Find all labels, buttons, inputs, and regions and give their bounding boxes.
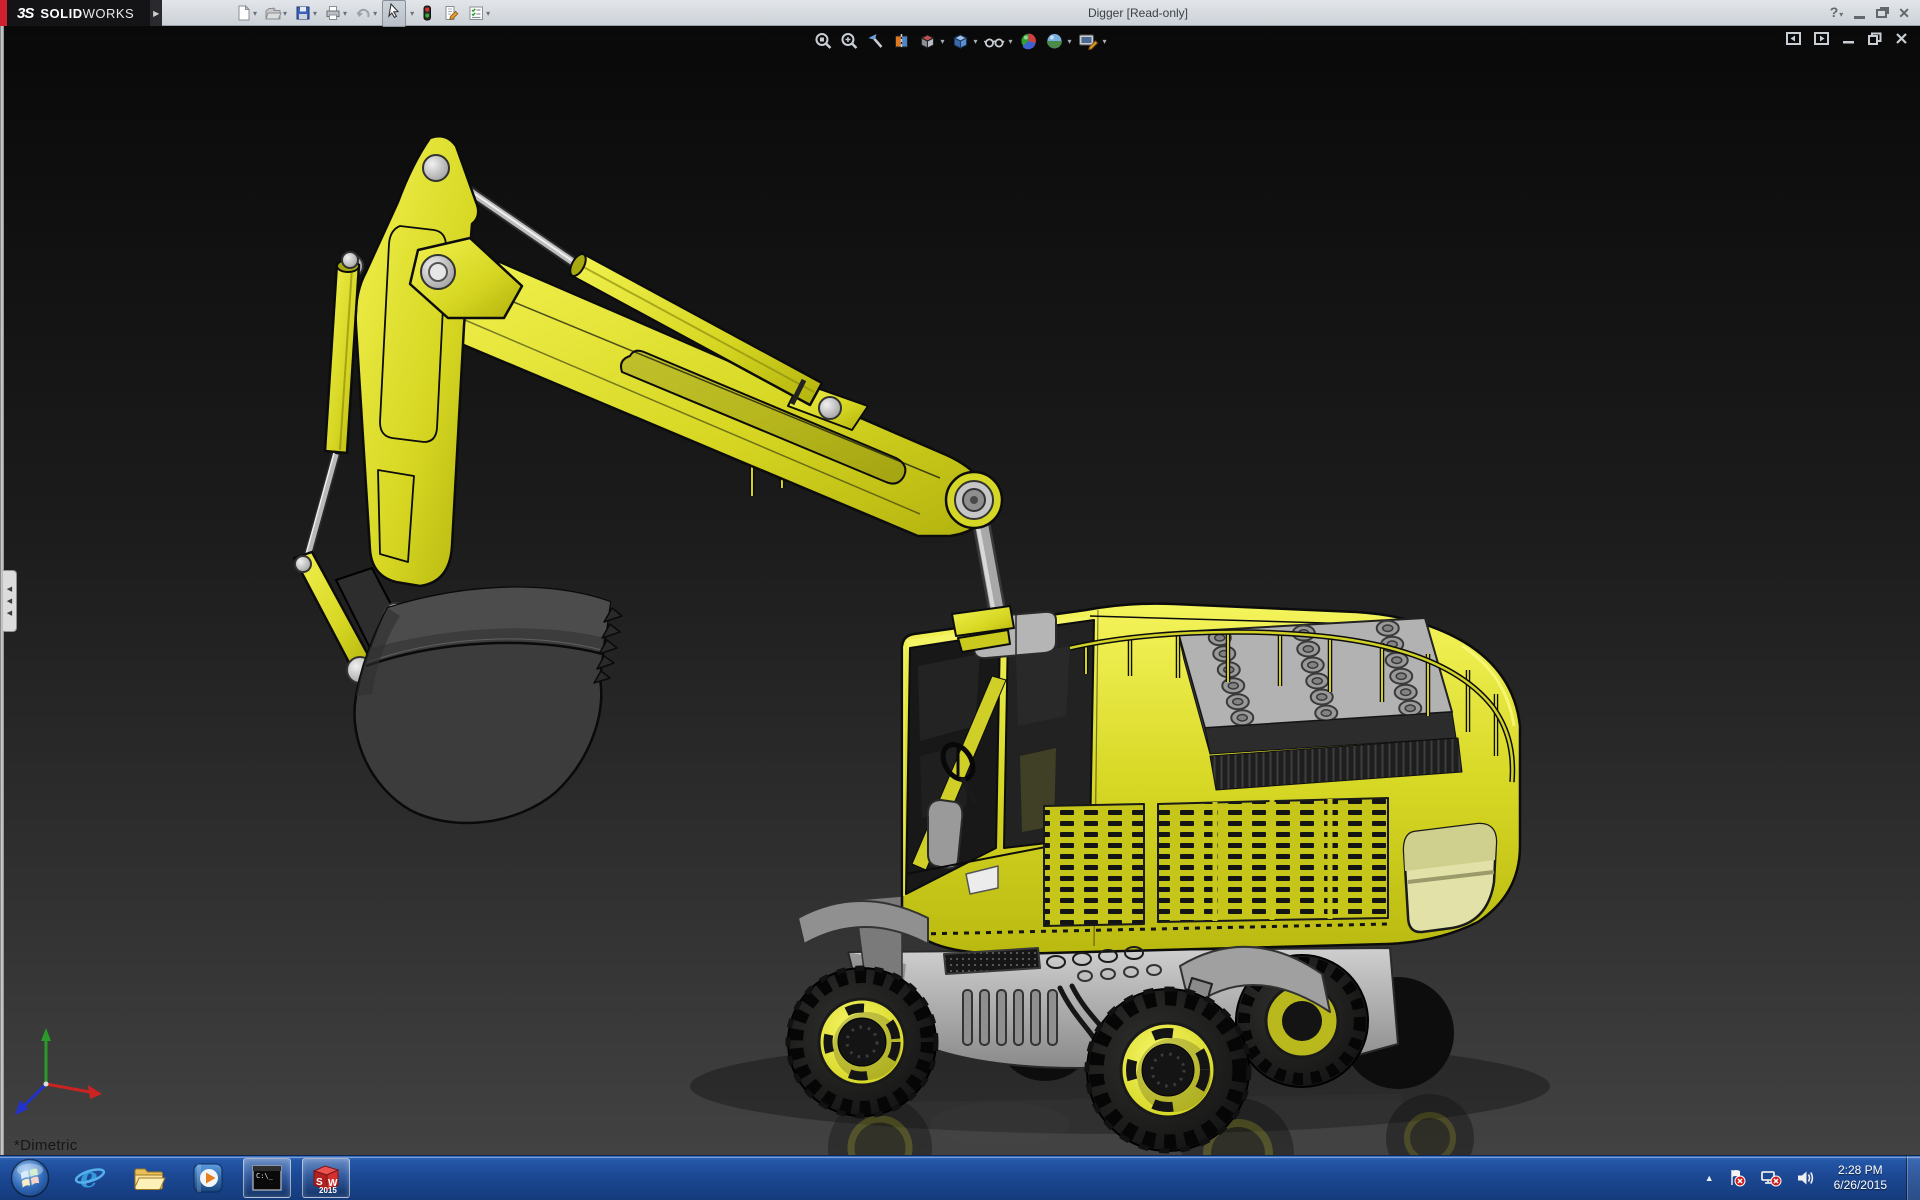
chevron-left-icon: ◀ (7, 586, 12, 593)
brand-name: SOLIDWORKS (40, 6, 134, 21)
chevron-left-icon: ◀ (7, 598, 12, 605)
solidworks-2015-icon: S W 2015 (310, 1162, 342, 1194)
print-icon (324, 4, 342, 22)
zoom-to-fit-button[interactable] (813, 31, 833, 51)
view-settings-button[interactable]: ▾ (1078, 31, 1107, 51)
eyeglasses-icon (983, 31, 1005, 51)
taskbar-items: e C:\_ (66, 1158, 350, 1198)
restore-document-icon[interactable] (1868, 32, 1882, 45)
new-document-icon (234, 4, 252, 22)
svg-text:C:\_: C:\_ (256, 1172, 274, 1180)
options-button[interactable]: ▾ (465, 3, 492, 23)
rebuild-traffic-light-icon (419, 4, 435, 22)
apply-scene-button[interactable]: ▾ (1045, 31, 1072, 51)
svg-text:2015: 2015 (319, 1186, 337, 1194)
previous-view-button[interactable] (865, 31, 885, 51)
apply-scene-icon (1045, 31, 1065, 51)
solidworks-logo: 3S SOLIDWORKS ▶ (0, 0, 162, 26)
view-settings-icon (1078, 31, 1100, 51)
clock-time: 2:28 PM (1834, 1163, 1887, 1178)
undo-icon (354, 4, 372, 22)
ds-logo-icon: 3S (17, 5, 33, 22)
svg-text:e: e (80, 1162, 98, 1194)
window-title: Digger [Read-only] (1088, 0, 1188, 26)
view-orientation-button[interactable]: ▾ (917, 31, 944, 51)
hide-show-items-button[interactable]: ▾ (983, 31, 1012, 51)
orientation-label: *Dimetric (14, 1137, 78, 1154)
chevron-left-icon: ◀ (7, 610, 12, 617)
close-button[interactable]: ✕ (1898, 5, 1910, 22)
display-style-icon (950, 31, 970, 51)
engine-block (1178, 618, 1462, 790)
print-button[interactable]: ▾ (322, 3, 349, 23)
show-hidden-icons-button[interactable]: ▲ (1705, 1173, 1714, 1183)
network-disconnected-icon[interactable] (1760, 1168, 1782, 1188)
main-toolbar: ▾ ▾ ▾ ▾ ▾ ▾ ▾ (232, 0, 492, 26)
save-button[interactable]: ▾ (292, 3, 319, 23)
undo-button[interactable]: ▾ (352, 3, 379, 23)
window-controls: ?▾ ✕ (1830, 0, 1910, 26)
headsup-view-toolbar: ▾ ▾ ▾ ▾ ▾ (813, 31, 1106, 51)
windows-start-icon (9, 1157, 51, 1199)
3d-scene[interactable] (0, 26, 1920, 1155)
taskbar-media-player[interactable] (184, 1158, 232, 1198)
pane-toggle-left-icon[interactable] (1786, 32, 1801, 45)
minimize-button[interactable] (1854, 16, 1865, 19)
edit-appearance-button[interactable] (1019, 31, 1039, 51)
zoom-to-fit-icon (813, 31, 833, 51)
taskbar-file-explorer[interactable] (125, 1158, 173, 1198)
view-orientation-icon (917, 31, 937, 51)
section-view-button[interactable] (891, 31, 911, 51)
file-properties-button[interactable] (440, 3, 462, 23)
volume-icon[interactable] (1795, 1168, 1815, 1188)
rebuild-button[interactable] (417, 3, 437, 23)
taskbar-internet-explorer[interactable]: e (66, 1158, 114, 1198)
front-left-wheel (788, 968, 936, 1116)
tray-clock[interactable]: 2:28 PM 6/26/2015 (1828, 1163, 1893, 1193)
select-cursor-button[interactable] (382, 0, 406, 27)
taskbar-solidworks-2015[interactable]: S W 2015 (302, 1158, 350, 1198)
new-document-button[interactable]: ▾ (232, 3, 259, 23)
graphics-viewport[interactable]: ▾ ▾ ▾ ▾ ▾ ◀ ◀ ◀ *Dimetric (0, 26, 1920, 1155)
section-view-icon (891, 31, 911, 51)
save-floppy-icon (294, 4, 312, 22)
driver-seat (928, 800, 963, 868)
clock-date: 6/26/2015 (1834, 1178, 1887, 1193)
file-properties-icon (442, 4, 460, 22)
close-document-icon[interactable] (1895, 32, 1908, 45)
media-player-icon (192, 1162, 224, 1194)
open-document-button[interactable]: ▾ (262, 3, 289, 23)
menu-expand-arrow[interactable]: ▶ (150, 0, 162, 26)
help-button[interactable]: ?▾ (1830, 4, 1844, 22)
previous-view-icon (865, 31, 885, 51)
collapsed-panel-tab[interactable]: ◀ ◀ ◀ (3, 570, 17, 632)
pane-toggle-right-icon[interactable] (1814, 32, 1829, 45)
folder-icon (132, 1163, 166, 1193)
display-style-button[interactable]: ▾ (950, 31, 977, 51)
document-window-controls (1786, 32, 1908, 45)
show-desktop-button[interactable] (1906, 1156, 1920, 1200)
zoom-to-area-icon (839, 31, 859, 51)
app-titlebar: 3S SOLIDWORKS ▶ ▾ ▾ ▾ ▾ ▾ ▾ ▾ (0, 0, 1920, 26)
open-folder-icon (264, 4, 282, 22)
internet-explorer-icon: e (73, 1162, 107, 1194)
command-prompt-icon: C:\_ (252, 1165, 282, 1191)
select-cursor-icon (384, 1, 404, 21)
appearance-sphere-icon (1019, 31, 1039, 51)
start-button[interactable] (8, 1156, 52, 1200)
windows-taskbar: e C:\_ (0, 1155, 1920, 1200)
restore-button[interactable] (1876, 9, 1887, 18)
front-right-wheel (1087, 989, 1249, 1151)
engine-grille-left (1044, 804, 1144, 926)
system-tray: ▲ 2:28 PM 6/26/2015 (1705, 1156, 1920, 1200)
taskbar-command-prompt[interactable]: C:\_ (243, 1158, 291, 1198)
minimize-document-icon[interactable] (1842, 32, 1855, 45)
brand-red-stripe (0, 0, 7, 26)
zoom-to-area-button[interactable] (839, 31, 859, 51)
options-checklist-icon (467, 4, 485, 22)
action-center-flag-icon[interactable] (1727, 1168, 1747, 1188)
